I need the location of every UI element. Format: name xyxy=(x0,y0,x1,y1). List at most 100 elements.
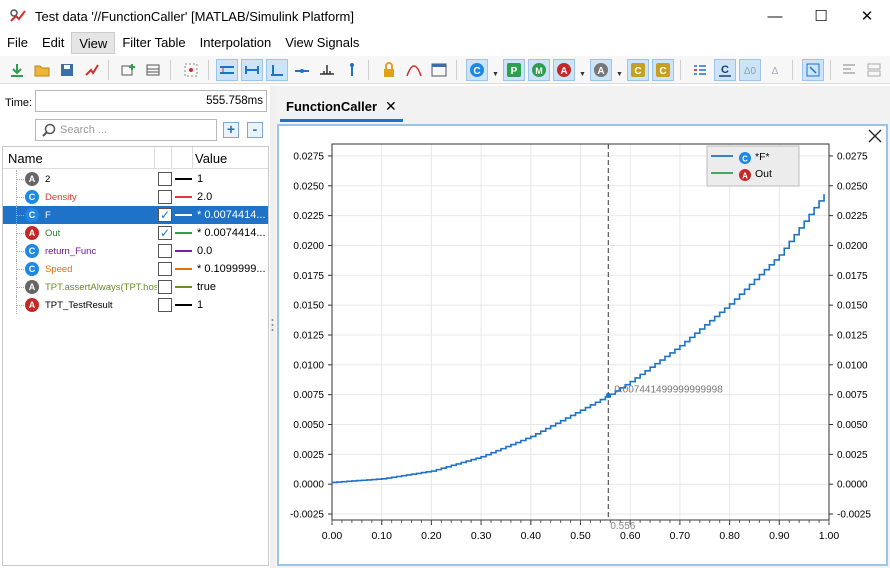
signal-name: 2 xyxy=(45,174,51,185)
table-icon[interactable] xyxy=(142,59,164,81)
menu-file[interactable]: File xyxy=(0,32,35,54)
menu-view-signals[interactable]: View Signals xyxy=(278,32,366,54)
marker-icon[interactable] xyxy=(341,59,363,81)
tab-functioncaller[interactable]: FunctionCaller ✕ xyxy=(280,92,403,122)
tab-close-icon[interactable]: ✕ xyxy=(385,98,397,114)
add-signal-icon[interactable] xyxy=(117,59,139,81)
channel-c-box-alt-icon[interactable]: C xyxy=(652,59,674,81)
channel-c-icon[interactable]: C xyxy=(466,59,488,81)
signal-panel: Time: 555.758ms Search ... + - Name Valu… xyxy=(0,86,270,568)
save-icon[interactable] xyxy=(56,59,78,81)
c-underline-icon[interactable]: C xyxy=(714,59,736,81)
x-tick-label: 0.50 xyxy=(570,530,591,542)
channel-a-gray-dropdown-icon[interactable]: ▼ xyxy=(616,71,623,78)
y-tick-label: 0.0175 xyxy=(293,271,324,282)
stack-icon[interactable] xyxy=(863,59,885,81)
channel-p-icon[interactable]: P xyxy=(503,59,525,81)
signal-visible-checkbox[interactable] xyxy=(158,190,172,204)
list-icon[interactable] xyxy=(689,59,711,81)
menu-filter-table[interactable]: Filter Table xyxy=(115,32,192,54)
signal-name: TPT_TestResult xyxy=(45,300,113,311)
y-tick-label-right: 0.0225 xyxy=(837,211,868,222)
series-line-f xyxy=(332,194,825,484)
delta-icon[interactable]: Δ xyxy=(764,59,786,81)
signal-visible-checkbox[interactable]: ✓ xyxy=(158,226,172,240)
signal-value: 2.0 xyxy=(197,191,213,203)
signal-visible-checkbox[interactable] xyxy=(158,244,172,258)
column-name-header[interactable]: Name xyxy=(8,151,43,166)
interval-icon[interactable] xyxy=(241,59,263,81)
table-row[interactable]: A Out ✓ * 0.0074414... xyxy=(3,224,268,242)
signal-tool-icon[interactable] xyxy=(81,59,103,81)
table-row[interactable]: A2 1 xyxy=(3,170,268,188)
menu-edit[interactable]: Edit xyxy=(35,32,71,54)
x-tick-label: 0.30 xyxy=(471,530,492,542)
table-row[interactable]: C Speed * 0.1099999... xyxy=(3,260,268,278)
signal-visible-checkbox[interactable] xyxy=(158,262,172,276)
y-tick-label-right: 0.0150 xyxy=(837,301,868,312)
time-input[interactable]: 555.758ms xyxy=(35,90,267,112)
tab-label: FunctionCaller xyxy=(286,99,378,114)
zoom-fit-icon[interactable] xyxy=(802,59,824,81)
signal-chart[interactable]: 0.00 0.10 0.20 0.30 0.40 0.50 0.60 0.70 0.80 0.90… xyxy=(279,126,886,564)
x-tick-label: 0.40 xyxy=(521,530,542,542)
signal-value: * 0.1099999... xyxy=(197,263,266,275)
table-row[interactable]: A TPT.assertAlways(TPT.hose true xyxy=(3,278,268,296)
menu-interpolation[interactable]: Interpolation xyxy=(193,32,279,54)
table-row[interactable]: C F ✓ * 0.0074414... xyxy=(3,206,268,224)
plot-area: FunctionCaller ✕ 0.00 0.10 0.20 0.30 0.40 0.50… xyxy=(275,86,890,568)
signal-type-icon: C xyxy=(25,208,39,222)
channel-c-box-icon[interactable]: C xyxy=(627,59,649,81)
channel-a-gray-icon[interactable]: A xyxy=(590,59,612,81)
y-tick-label: 0.0050 xyxy=(293,420,324,431)
signal-visible-checkbox[interactable]: ✓ xyxy=(158,208,172,222)
step-icon[interactable] xyxy=(291,59,313,81)
window-title: Test data '//FunctionCaller' [MATLAB/Sim… xyxy=(35,9,355,24)
svg-text:Δ0: Δ0 xyxy=(744,66,757,77)
signal-color-swatch xyxy=(175,232,192,234)
maximize-button[interactable]: ☐ xyxy=(798,0,844,32)
table-row[interactable]: C Density 2.0 xyxy=(3,188,268,206)
signal-visible-checkbox[interactable] xyxy=(158,298,172,312)
y-tick-label-right: 0.0000 xyxy=(837,480,868,491)
signal-visible-checkbox[interactable] xyxy=(158,172,172,186)
legend-entry: Out xyxy=(755,168,772,180)
y-tick-label: -0.0025 xyxy=(290,510,324,521)
import-icon[interactable] xyxy=(6,59,28,81)
svg-text:C: C xyxy=(721,64,729,76)
svg-text:M: M xyxy=(535,66,543,76)
window-view-icon[interactable] xyxy=(428,59,450,81)
channel-a-icon[interactable]: A xyxy=(553,59,575,81)
points-icon[interactable] xyxy=(180,59,202,81)
signal-name: TPT.assertAlways(TPT.hose xyxy=(45,282,157,293)
column-value-header[interactable]: Value xyxy=(195,151,227,166)
align-icon[interactable] xyxy=(838,59,860,81)
channel-m-icon[interactable]: M xyxy=(528,59,550,81)
menu-bar: File Edit View Filter Table Interpolatio… xyxy=(0,32,890,54)
measure-icon[interactable] xyxy=(266,59,288,81)
cursor-value-label: 0.007441499999999998 xyxy=(614,384,723,395)
baseline-icon[interactable] xyxy=(316,59,338,81)
peak-icon[interactable] xyxy=(403,59,425,81)
legend-box xyxy=(706,145,800,187)
y-tick-label: 0.0000 xyxy=(293,480,324,491)
search-input[interactable]: Search ... xyxy=(35,119,217,141)
signal-table: Name Value A 2 1 C Density 2.0 C F ✓ * 0.0074414.… xyxy=(2,146,269,566)
menu-view[interactable]: View xyxy=(71,32,116,54)
remove-button[interactable]: - xyxy=(247,122,263,138)
signal-type-icon: A xyxy=(25,226,39,240)
delta-zero-icon[interactable]: Δ0 xyxy=(739,59,761,81)
channel-a-dropdown-icon[interactable]: ▼ xyxy=(579,71,586,78)
lock-icon[interactable] xyxy=(378,59,400,81)
close-button[interactable]: ✕ xyxy=(844,0,890,32)
table-row[interactable]: A TPT_TestResult 1 xyxy=(3,296,268,314)
split-view-icon[interactable] xyxy=(216,59,238,81)
minimize-button[interactable]: — xyxy=(752,0,798,32)
table-row[interactable]: Creturn_Func 0.0 xyxy=(3,242,268,260)
channel-c-dropdown-icon[interactable]: ▼ xyxy=(492,71,499,78)
signal-color-swatch xyxy=(175,304,192,306)
signal-type-icon: C xyxy=(25,262,39,276)
open-folder-icon[interactable] xyxy=(31,59,53,81)
signal-visible-checkbox[interactable] xyxy=(158,280,172,294)
add-button[interactable]: + xyxy=(223,122,239,138)
